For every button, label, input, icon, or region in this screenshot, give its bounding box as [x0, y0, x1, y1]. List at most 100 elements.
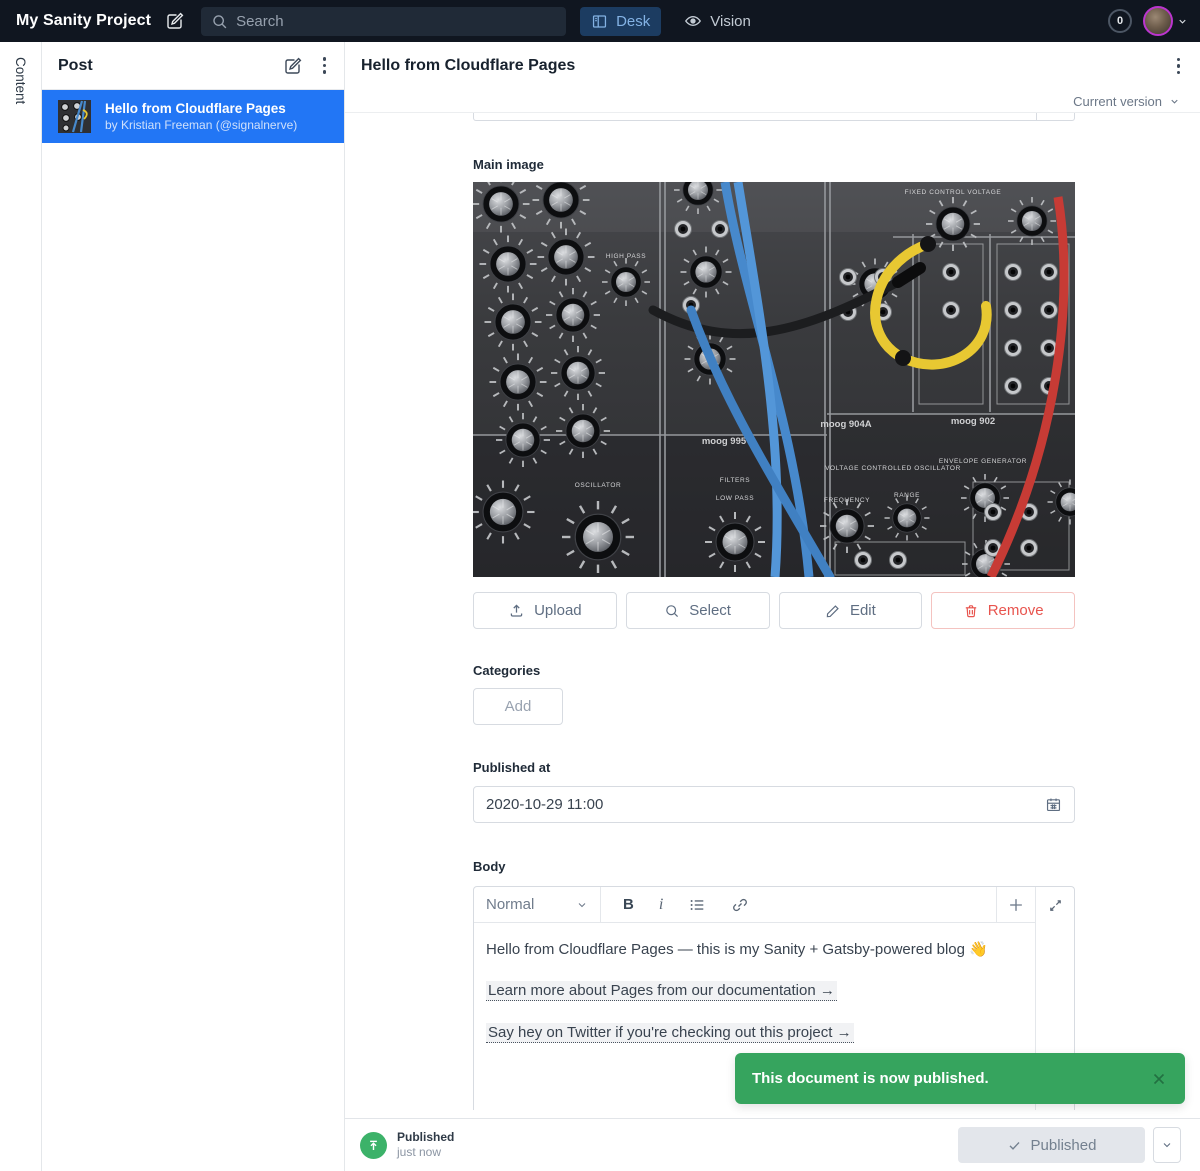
- project-title: My Sanity Project: [16, 12, 151, 30]
- link-icon[interactable]: [731, 896, 749, 914]
- list-item-title: Hello from Cloudflare Pages: [105, 101, 297, 118]
- synth-label: moog 904A: [820, 419, 871, 430]
- synth-label: ENVELOPE GENERATOR: [939, 458, 1027, 465]
- status-title: Published: [397, 1130, 454, 1145]
- remove-label: Remove: [988, 602, 1044, 619]
- document-menu-icon[interactable]: [1173, 56, 1185, 77]
- body-content[interactable]: Hello from Cloudflare Pages — this is my…: [474, 923, 1035, 1064]
- pane-title: Post: [58, 57, 267, 75]
- desk-icon: [591, 13, 608, 30]
- pane-menu-icon[interactable]: [319, 55, 331, 76]
- pencil-icon: [825, 603, 841, 619]
- main-image-photo[interactable]: HIGH PASS moog 995 moog 904A moog 902 VO…: [473, 182, 1075, 577]
- status-time: just now: [397, 1145, 454, 1160]
- user-menu[interactable]: [1143, 6, 1188, 36]
- body-label: Body: [473, 859, 1075, 874]
- body-toolbar: Normal B i: [474, 887, 1035, 923]
- format-buttons: B i: [601, 887, 996, 922]
- chevron-down-icon: [1169, 96, 1180, 107]
- bullet-list-icon[interactable]: [688, 896, 706, 914]
- publish-status: Published just now: [360, 1130, 958, 1160]
- list-item[interactable]: Hello from Cloudflare Pages by Kristian …: [42, 90, 344, 143]
- synth-label: FILTERS: [720, 477, 751, 484]
- image-button-row: Upload Select Edit: [473, 592, 1075, 629]
- toast-notification: This document is now published.: [735, 1053, 1185, 1104]
- select-label: Select: [689, 602, 731, 619]
- list-item-thumbnail: [58, 100, 91, 133]
- select-button[interactable]: Select: [626, 592, 770, 629]
- published-at-value: 2020-10-29 11:00: [486, 796, 603, 813]
- synth-label: LOW PASS: [716, 495, 754, 502]
- top-navbar: My Sanity Project Desk: [0, 0, 1200, 42]
- style-select[interactable]: Normal: [474, 887, 601, 922]
- search-bar[interactable]: [201, 7, 566, 36]
- body-link[interactable]: Say hey on Twitter if you're checking ou…: [486, 1023, 854, 1043]
- body-paragraph[interactable]: Hello from Cloudflare Pages — this is my…: [486, 940, 1023, 960]
- synth-label: moog 902: [951, 416, 995, 427]
- synth-label: moog 995: [702, 436, 747, 447]
- list-item-text: Hello from Cloudflare Pages by Kristian …: [105, 101, 297, 133]
- publish-status-text: Published just now: [397, 1130, 454, 1160]
- publish-menu-button[interactable]: [1153, 1127, 1181, 1163]
- synth-label: OSCILLATOR: [575, 482, 622, 489]
- version-selector[interactable]: Current version: [345, 90, 1200, 113]
- edit-button[interactable]: Edit: [779, 592, 923, 629]
- search-input[interactable]: [236, 13, 556, 30]
- check-icon: [1007, 1138, 1022, 1153]
- publish-button[interactable]: Published: [958, 1127, 1145, 1163]
- synth-label: VOLTAGE CONTROLLED OSCILLATOR: [825, 465, 961, 472]
- bold-button[interactable]: B: [623, 896, 634, 913]
- list-item-subtitle: by Kristian Freeman (@signalnerve): [105, 118, 297, 132]
- navbar-right: 0: [1108, 6, 1188, 36]
- search-icon: [664, 603, 680, 619]
- document-title: Hello from Cloudflare Pages: [361, 57, 1173, 75]
- slug-field-partial[interactable]: [473, 113, 1075, 121]
- tab-desk-label: Desk: [616, 13, 650, 30]
- categories-label: Categories: [473, 663, 1075, 678]
- close-icon[interactable]: [1150, 1070, 1168, 1088]
- italic-button[interactable]: i: [659, 896, 663, 914]
- tab-vision[interactable]: Vision: [673, 7, 762, 36]
- add-category-button[interactable]: Add: [473, 688, 563, 725]
- edit-label: Edit: [850, 602, 876, 619]
- avatar[interactable]: [1143, 6, 1173, 36]
- published-at-label: Published at: [473, 760, 1075, 775]
- synth-label: HIGH PASS: [606, 253, 646, 260]
- insert-block-button[interactable]: [996, 887, 1035, 922]
- toast-message: This document is now published.: [752, 1070, 989, 1087]
- body-link[interactable]: Learn more about Pages from our document…: [486, 981, 837, 1001]
- chevron-down-icon: [576, 899, 588, 911]
- remove-button[interactable]: Remove: [931, 592, 1075, 629]
- synth-label: RANGE: [894, 492, 920, 499]
- document-footer: Published just now Published: [345, 1118, 1200, 1171]
- eye-icon: [684, 12, 702, 30]
- tab-desk[interactable]: Desk: [580, 7, 661, 36]
- calendar-icon[interactable]: [1045, 796, 1062, 813]
- compose-icon[interactable]: [165, 11, 185, 31]
- notifications-badge[interactable]: 0: [1108, 9, 1132, 33]
- post-pane-header: Post: [42, 42, 344, 90]
- upload-icon: [508, 602, 525, 619]
- search-icon: [211, 13, 228, 30]
- post-list-pane: Post Hello from Cloudflare Pages by Kris…: [42, 42, 345, 1171]
- published-at-input[interactable]: 2020-10-29 11:00: [473, 786, 1075, 823]
- version-label: Current version: [1073, 94, 1162, 109]
- body-paragraph: Say hey on Twitter if you're checking ou…: [486, 1023, 1023, 1043]
- upload-button[interactable]: Upload: [473, 592, 617, 629]
- sanity-studio: { "navbar": { "project_title": "My Sanit…: [0, 0, 1200, 1171]
- synth-label: FREQUENCY: [824, 497, 870, 504]
- document-pane: Hello from Cloudflare Pages Current vers…: [345, 42, 1200, 1171]
- main-image-label: Main image: [473, 157, 1075, 172]
- document-scroll-area: Main image: [345, 113, 1200, 1118]
- published-status-icon: [360, 1132, 387, 1159]
- body-paragraph: Learn more about Pages from our document…: [486, 981, 1023, 1001]
- new-document-icon[interactable]: [283, 56, 303, 76]
- content-rail: Content: [0, 42, 42, 1171]
- upload-label: Upload: [534, 602, 582, 619]
- style-select-value: Normal: [486, 896, 534, 913]
- document-header: Hello from Cloudflare Pages: [345, 42, 1200, 90]
- chevron-down-icon: [1177, 16, 1188, 27]
- synth-label: FIXED CONTROL VOLTAGE: [905, 189, 1002, 196]
- rail-content-tab[interactable]: Content: [13, 57, 28, 1171]
- expand-editor-button[interactable]: [1036, 887, 1074, 923]
